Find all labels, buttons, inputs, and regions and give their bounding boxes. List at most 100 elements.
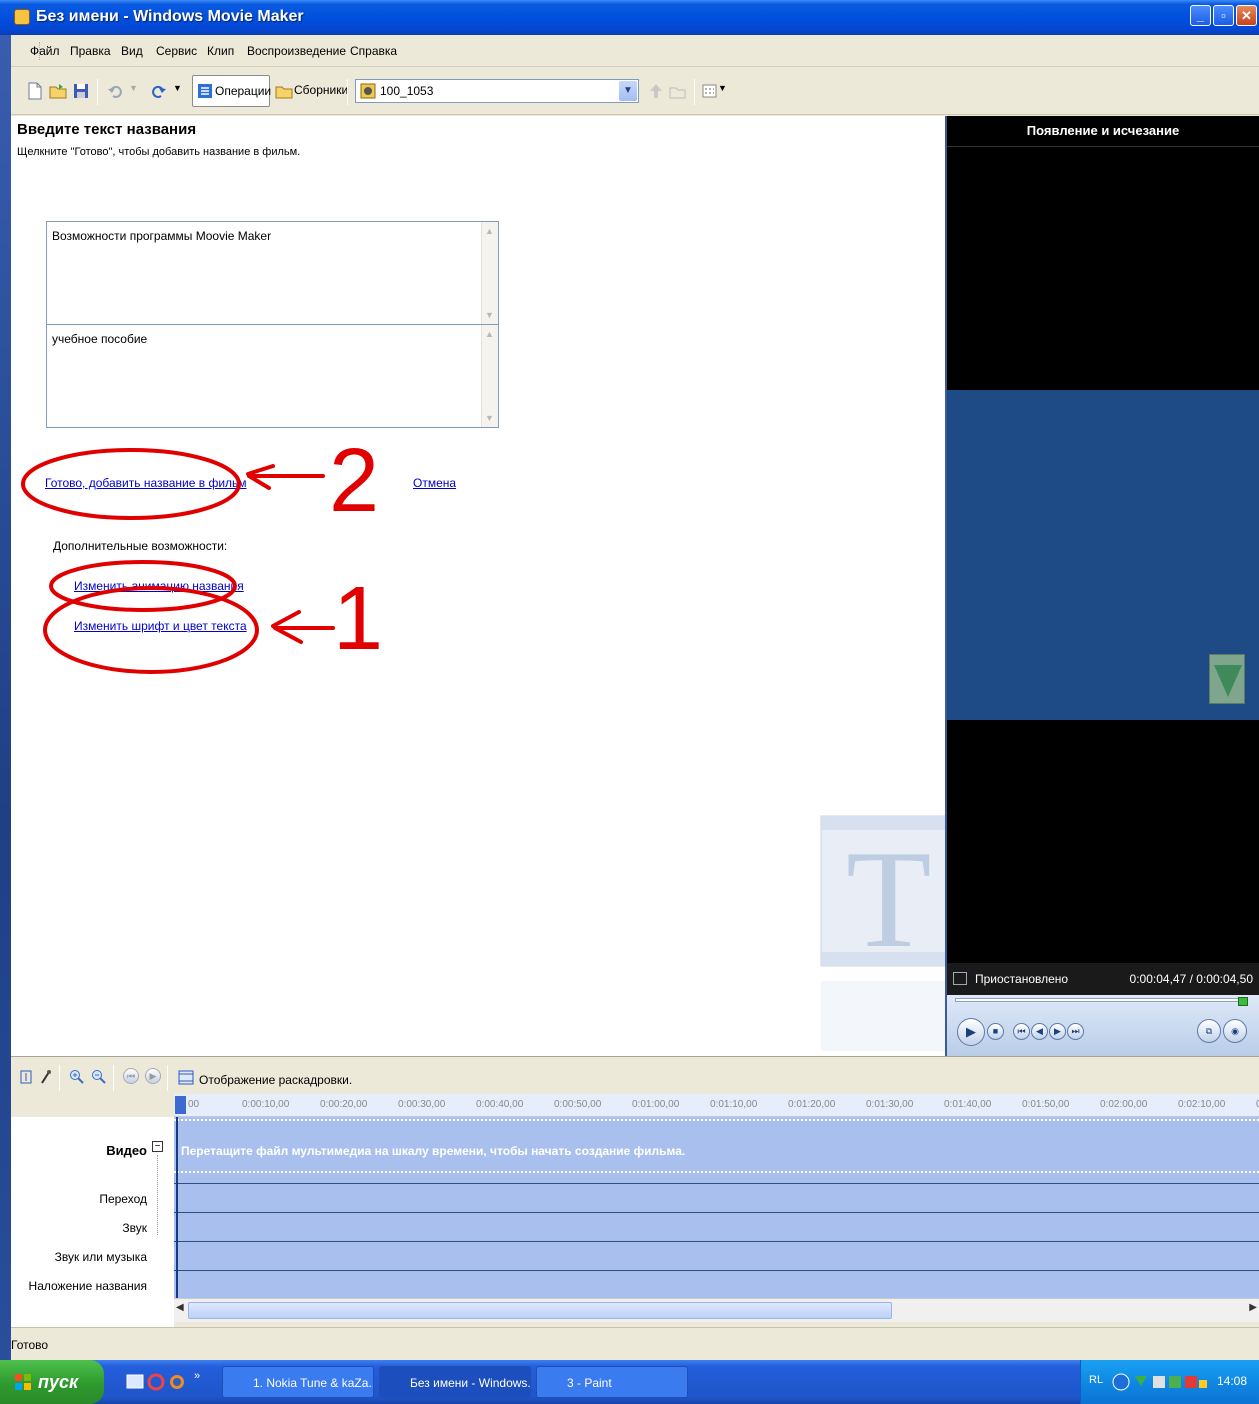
rewind-timeline-button[interactable]: ⏮: [123, 1068, 139, 1084]
annotation-arrow-2: [246, 464, 325, 490]
narrate-timeline-icon[interactable]: [39, 1069, 53, 1085]
previous-frame-button[interactable]: ⏮: [1013, 1023, 1030, 1040]
scroll-thumb[interactable]: [188, 1302, 892, 1319]
timeline-ruler[interactable]: 00 0:00:10,00 0:00:20,00 0:00:30,00 0:00:40,…: [174, 1094, 1259, 1117]
scroll-down-icon[interactable]: ▼: [485, 310, 494, 320]
open-project-icon[interactable]: [49, 82, 67, 100]
system-tray: RL 14:08: [1080, 1360, 1259, 1404]
operations-button[interactable]: Операции: [192, 75, 271, 107]
vertical-scrollbar[interactable]: ▲ ▼: [481, 222, 498, 324]
undo-dropdown-icon[interactable]: ▼: [129, 83, 138, 93]
clock: 14:08: [1216, 1374, 1247, 1388]
subtitle-text-input[interactable]: учебное пособие ▲ ▼: [46, 324, 499, 428]
toolbar-separator: [694, 79, 695, 105]
scroll-down-icon[interactable]: ▼: [485, 413, 494, 423]
show-storyboard-button[interactable]: Отображение раскадровки.: [199, 1073, 352, 1087]
quicklaunch-firefox-icon[interactable]: [168, 1373, 186, 1391]
menu-tools[interactable]: Сервис: [156, 44, 197, 58]
title-text-input[interactable]: Возможности программы Moovie Maker ▲ ▼: [46, 221, 499, 325]
new-collection-icon[interactable]: [669, 82, 687, 100]
scroll-up-icon[interactable]: ▲: [485, 329, 494, 339]
status-bar: Готово: [11, 1327, 1259, 1360]
movie-maker-icon: [14, 9, 30, 25]
storyboard-icon[interactable]: [178, 1070, 194, 1085]
quicklaunch-desktop-icon[interactable]: [126, 1373, 144, 1391]
quicklaunch-overflow-icon[interactable]: »: [194, 1370, 200, 1382]
timeline-horizontal-scrollbar[interactable]: ◀ ▶: [174, 1298, 1259, 1322]
annotation-circle-animation: [49, 560, 237, 612]
zoom-in-icon[interactable]: [69, 1069, 85, 1085]
taskbar-button-paint[interactable]: 3 - Paint: [536, 1366, 688, 1398]
movie-maker-logo-icon: [1209, 654, 1245, 704]
play-button[interactable]: ▶: [957, 1018, 985, 1046]
menu-clip[interactable]: Клип: [207, 44, 234, 58]
ruler-tick: 0:00:40,00: [476, 1099, 524, 1110]
vertical-scrollbar[interactable]: ▲ ▼: [481, 325, 498, 427]
views-dropdown-icon[interactable]: ▼: [718, 83, 727, 93]
taskbar-button-moviemaker[interactable]: Без имени - Windows...: [379, 1366, 531, 1398]
chevron-down-icon[interactable]: ▼: [619, 81, 637, 101]
collapse-icon[interactable]: −: [152, 1141, 163, 1152]
close-button[interactable]: ✕: [1236, 5, 1257, 26]
collection-dropdown[interactable]: 100_1053 ▼: [355, 79, 639, 103]
redo-dropdown-icon[interactable]: ▼: [173, 83, 182, 93]
redo-icon[interactable]: [149, 82, 167, 100]
timeline-toolbar: ⏮ ▶ Отображение раскадровки.: [11, 1056, 1259, 1094]
ruler-tick: 0:00:20,00: [320, 1099, 368, 1110]
track-audio-label: Звук: [122, 1221, 147, 1235]
views-icon[interactable]: [701, 82, 719, 100]
preview-frame: [947, 390, 1259, 720]
save-project-icon[interactable]: [72, 82, 90, 100]
rewind-button[interactable]: ◀: [1031, 1023, 1048, 1040]
title-bar[interactable]: Без имени - Windows Movie Maker _ ▫ ✕: [0, 0, 1259, 35]
monitor-icon: [953, 972, 967, 985]
ruler-tick: 0:01:50,00: [1022, 1099, 1070, 1110]
taskbar-button-nokia[interactable]: 1. Nokia Tune & kaZa...: [222, 1366, 374, 1398]
collections-button[interactable]: Сборники: [294, 83, 348, 97]
scroll-up-icon[interactable]: ▲: [485, 226, 494, 236]
maximize-button[interactable]: ▫: [1213, 5, 1234, 26]
preview-title: Появление и исчезание: [947, 116, 1259, 147]
playback-status-bar: Приостановлено 0:00:04,47 / 0:00:04,50: [947, 963, 1259, 995]
undo-icon[interactable]: [107, 82, 125, 100]
zoom-out-icon[interactable]: [91, 1069, 107, 1085]
scroll-left-icon[interactable]: ◀: [176, 1302, 184, 1313]
start-button[interactable]: пуск: [0, 1360, 104, 1404]
up-level-icon[interactable]: [647, 82, 665, 100]
minimize-button[interactable]: _: [1190, 5, 1211, 26]
collections-icon[interactable]: [275, 82, 293, 100]
seek-thumb[interactable]: [1238, 997, 1248, 1006]
play-timeline-button[interactable]: ▶: [145, 1068, 161, 1084]
ruler-tick: 0:00:50,00: [554, 1099, 602, 1110]
snapshot-button[interactable]: ◉: [1223, 1019, 1247, 1043]
ruler-tick: 0:01:30,00: [866, 1099, 914, 1110]
ruler-tick: 0:02:10,00: [1178, 1099, 1226, 1110]
toolbar: ▼ ▼ Операции Сборники 100_1053 ▼ ▼: [11, 67, 1259, 115]
menu-file[interactable]: Файл: [30, 44, 60, 58]
menu-help[interactable]: Справка: [350, 44, 397, 58]
annotation-label-1: 1: [333, 569, 383, 669]
menu-playback[interactable]: Воспроизведение: [247, 44, 346, 58]
tray-icons[interactable]: [1111, 1372, 1211, 1392]
windows-logo-icon: [15, 1374, 31, 1390]
next-frame-button[interactable]: ⏭: [1067, 1023, 1084, 1040]
forward-button[interactable]: ▶: [1049, 1023, 1066, 1040]
playhead-marker[interactable]: [175, 1096, 186, 1114]
scroll-right-icon[interactable]: ▶: [1249, 1302, 1257, 1313]
time-counter: 0:00:04,47 / 0:00:04,50: [1129, 972, 1253, 986]
seek-bar[interactable]: [955, 998, 1245, 1002]
menu-edit[interactable]: Правка: [70, 44, 111, 58]
video-track-bottom: [174, 1171, 1259, 1173]
quicklaunch-opera-icon[interactable]: [147, 1373, 165, 1391]
status-text: Готово: [11, 1338, 49, 1352]
menu-view[interactable]: Вид: [121, 44, 143, 58]
track-divider: [174, 1183, 1259, 1184]
new-project-icon[interactable]: [26, 82, 44, 100]
stop-button[interactable]: ■: [987, 1023, 1004, 1040]
playback-status: Приостановлено: [975, 972, 1069, 986]
timeline-tracks[interactable]: Перетащите файл мультимедиа на шкалу вре…: [174, 1117, 1259, 1298]
language-indicator[interactable]: RL: [1089, 1374, 1103, 1386]
split-clip-button[interactable]: ⧉: [1197, 1019, 1221, 1043]
toolbar-separator: [113, 1065, 114, 1091]
set-audio-levels-icon[interactable]: [19, 1069, 33, 1085]
